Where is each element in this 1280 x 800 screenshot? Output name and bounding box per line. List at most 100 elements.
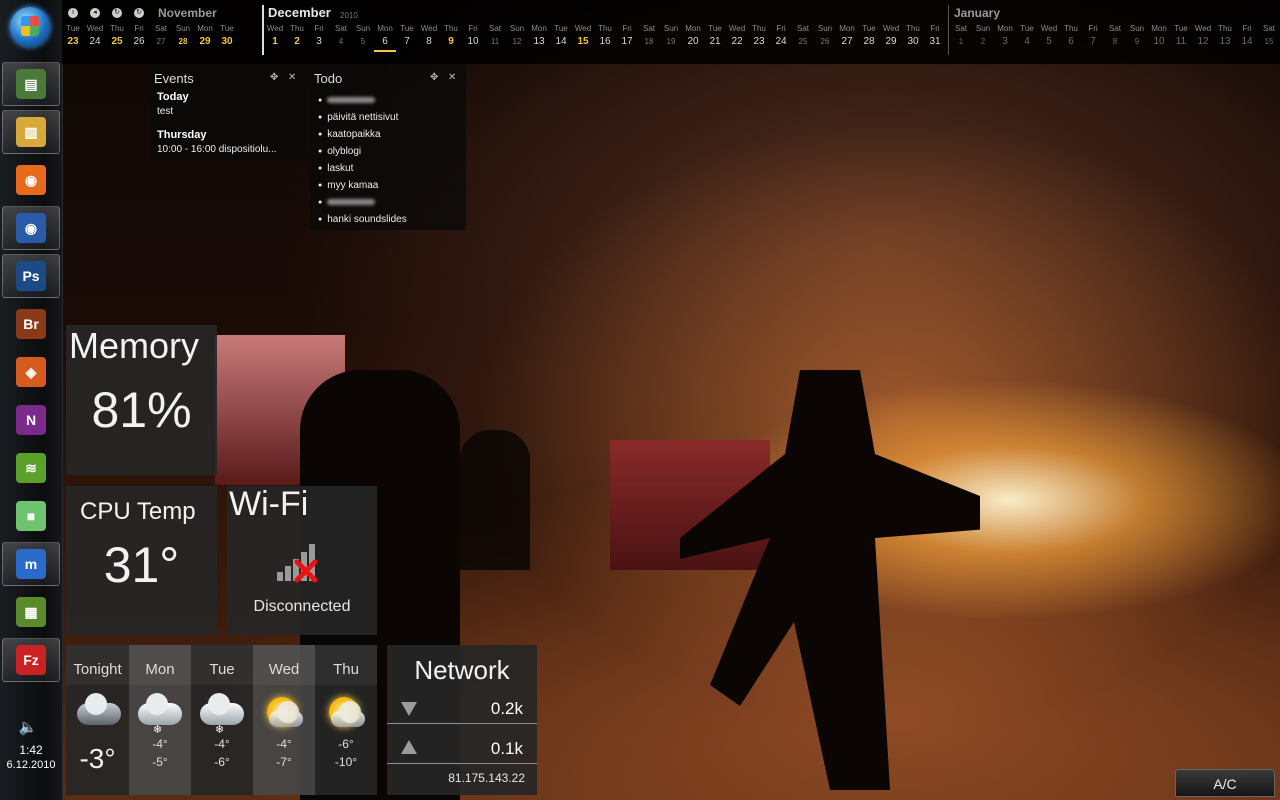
calendar-day[interactable]: Tue 7 [396,24,418,52]
calendar-day[interactable]: Wed 29 [880,24,902,52]
taskbar-app[interactable]: Br [2,302,60,346]
todo-item[interactable] [318,92,407,109]
calendar-day[interactable]: Fri 7 [1082,24,1104,50]
todo-item[interactable]: laskut [318,160,407,177]
calendar-day[interactable]: Thu 2 [286,24,308,52]
calendar-day[interactable]: Mon 13 [528,24,550,52]
calendar-day[interactable]: Mon 3 [994,24,1016,50]
todo-title: Todo [314,71,343,86]
calendar-day[interactable]: Wed 5 [1038,24,1060,50]
back-icon[interactable]: ◂ [90,8,100,18]
info-icon[interactable]: i [68,8,78,18]
calendar-day[interactable]: Thu 30 [902,24,924,52]
calendar-day[interactable]: Tue 4 [1016,24,1038,50]
calendar-day[interactable]: Wed 12 [1192,24,1214,50]
calendar-day[interactable]: Mon 20 [682,24,704,52]
calendar-day[interactable]: Fri 24 [770,24,792,52]
calendar-day[interactable]: Sun 5 [352,24,374,52]
taskbar-app[interactable]: ▥ [2,110,60,154]
calendar-day[interactable]: Wed 15 [572,24,594,52]
refresh-icon[interactable]: ↻ [112,8,122,18]
calendar-day[interactable]: Fri 26 [128,24,150,50]
taskbar-app[interactable]: Fz [2,638,60,682]
calendar-day[interactable]: Tue 21 [704,24,726,52]
clock-time[interactable]: 1:42 [0,743,62,757]
taskbar-app[interactable]: ◈ [2,350,60,394]
start-button[interactable] [10,7,50,47]
calendar-day[interactable]: Fri 31 [924,24,946,52]
calendar-day[interactable]: Wed 22 [726,24,748,52]
calendar-day[interactable]: Thu 9 [440,24,462,52]
taskbar-app[interactable]: N [2,398,60,442]
calendar-day[interactable]: Fri 10 [462,24,484,52]
taskbar-app[interactable]: m [2,542,60,586]
todo-item[interactable]: myy kamaa [318,177,407,194]
calendar-day[interactable]: Tue 23 [62,24,84,50]
calendar-day[interactable]: Mon 10 [1148,24,1170,50]
calendar-day[interactable]: Thu 13 [1214,24,1236,50]
drag-handle-icon[interactable]: ✥ [430,72,438,83]
reload-icon[interactable]: ↻ [134,8,144,18]
calendar-day[interactable]: Tue 30 [216,24,238,50]
event-item[interactable]: test [157,106,173,117]
calendar-day[interactable]: Wed 24 [84,24,106,50]
calendar-day[interactable]: Sat 4 [330,24,352,52]
todo-item[interactable]: hanki soundslides [318,211,407,228]
calendar-day[interactable]: Mon 6 [374,24,396,52]
calendar-day[interactable]: Sun 26 [814,24,836,52]
calendar-day[interactable]: Thu 6 [1060,24,1082,50]
memory-tile[interactable]: Memory 81% [66,325,217,475]
weather-gadget[interactable]: Tonight -3° Mon ❄ -4° -5° Tue ❄ -4° -6° … [66,645,377,795]
calendar-day[interactable]: Thu 25 [106,24,128,50]
close-icon[interactable]: ✕ [448,72,456,83]
calendar-day[interactable]: Sat 25 [792,24,814,52]
calendar-day[interactable]: Fri 3 [308,24,330,52]
calendar-day[interactable]: Tue 11 [1170,24,1192,50]
calendar-day[interactable]: Fri 14 [1236,24,1258,50]
calendar-day[interactable]: Wed 8 [418,24,440,52]
calendar-day[interactable]: Sun 12 [506,24,528,52]
ac-button[interactable]: A/C [1175,769,1275,797]
taskbar-app[interactable]: ≋ [2,446,60,490]
wifi-tile[interactable]: Wi-Fi Disconnected [227,486,377,635]
calendar-day[interactable]: Sat 11 [484,24,506,52]
calendar-day[interactable]: Sun 9 [1126,24,1148,50]
weekday-label: Thu [598,24,612,33]
calendar-day[interactable]: Thu 23 [748,24,770,52]
calendar-day[interactable]: Sun 28 [172,24,194,50]
calendar-day[interactable]: Sun 19 [660,24,682,52]
calendar-day[interactable]: Sat 18 [638,24,660,52]
close-icon[interactable]: ✕ [288,72,296,83]
calendar-day[interactable]: Fri 17 [616,24,638,52]
calendar-day[interactable]: Mon 27 [836,24,858,52]
wifi-status: Disconnected [253,598,351,615]
calendar-day[interactable]: Mon 29 [194,24,216,50]
calendar-day[interactable]: Wed 1 [264,24,286,52]
taskbar-app[interactable]: ■ [2,494,60,538]
todo-item[interactable] [318,194,407,211]
calendar-day[interactable]: Sat 8 [1104,24,1126,50]
calendar-day[interactable]: Sat 15 [1258,24,1280,50]
todo-item[interactable]: kaatopaikka [318,126,407,143]
small-app-icon: ■ [16,501,46,531]
drag-handle-icon[interactable]: ✥ [270,72,278,83]
calendar-day[interactable]: Thu 16 [594,24,616,52]
calendar-day[interactable]: Tue 28 [858,24,880,52]
taskbar-app[interactable]: ◉ [2,158,60,202]
cpu-temp-tile[interactable]: CPU Temp 31° [66,486,217,635]
calendar-day[interactable]: Tue 14 [550,24,572,52]
todo-item[interactable]: päivitä nettisivut [318,109,407,126]
taskbar-app[interactable]: ◉ [2,206,60,250]
clock-date[interactable]: 6.12.2010 [0,759,62,771]
taskbar-app[interactable]: Ps [2,254,60,298]
todo-item[interactable]: olyblogi [318,143,407,160]
calendar-day[interactable]: Sat 1 [950,24,972,50]
taskbar-app[interactable]: ▤ [2,62,60,106]
event-item[interactable]: 10:00 - 16:00 dispositiolu... [157,144,277,155]
calendar-day[interactable]: Sun 2 [972,24,994,50]
volume-icon[interactable]: 🔈 [15,718,41,738]
calendar-day[interactable]: Sat 27 [150,24,172,50]
network-tile[interactable]: Network 0.2k 0.1k 81.175.143.22 [387,645,537,795]
todo-item-label: myy kamaa [327,180,379,191]
taskbar-app[interactable]: ▦ [2,590,60,634]
